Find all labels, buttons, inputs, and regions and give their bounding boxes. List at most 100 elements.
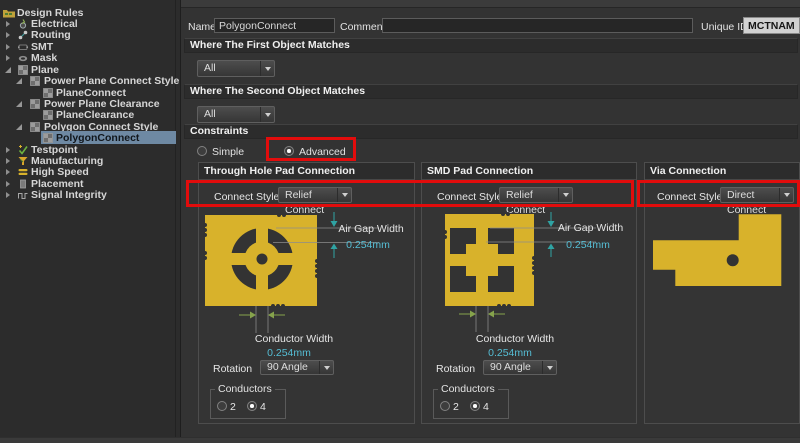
conductor-width-value: 0.254mm <box>460 347 560 359</box>
tree-item-label: Signal Integrity <box>31 189 107 201</box>
panel-title: SMD Pad Connection <box>422 163 636 180</box>
rule-icon <box>30 122 40 132</box>
tree-item-power-plane-connect-style[interactable]: Power Plane Connect Style <box>0 75 176 87</box>
placement-icon <box>18 179 28 189</box>
rotation-label: Rotation <box>436 363 475 375</box>
tree-item-label: PlaneClearance <box>56 109 134 121</box>
tree-item-label: Routing <box>31 29 71 41</box>
tree-item-polygonconnect-selected[interactable]: PolygonConnect <box>0 132 176 144</box>
chevron-down-icon <box>260 61 274 76</box>
second-object-matches-header: Where The Second Object Matches <box>184 84 798 99</box>
via-direct-connect-diagram <box>645 208 800 308</box>
comment-input[interactable] <box>382 18 693 33</box>
expand-arrow-icon[interactable] <box>6 55 10 61</box>
dropdown-value: All <box>204 108 216 120</box>
conductors-2-radio[interactable] <box>440 401 450 411</box>
expand-arrow-icon[interactable] <box>6 181 10 187</box>
dropdown-value: 90 Angle <box>267 361 308 373</box>
conductors-2-label: 2 <box>230 401 236 413</box>
tree-item-label: PolygonConnect <box>56 132 139 144</box>
plane-icon <box>18 65 28 75</box>
first-object-scope-dropdown[interactable]: All <box>197 60 275 77</box>
name-input[interactable] <box>214 18 335 33</box>
conductor-width-label: Conductor Width <box>239 333 349 345</box>
conductors-group: Conductors 2 4 <box>210 389 286 419</box>
mask-icon <box>18 53 28 63</box>
tree-item-label: Power Plane Connect Style <box>44 75 179 87</box>
rule-icon <box>43 88 53 98</box>
chevron-down-icon <box>542 361 556 374</box>
bottom-scrollbar-track[interactable] <box>0 437 800 443</box>
conductors-4-radio[interactable] <box>247 401 257 411</box>
simple-radio[interactable] <box>197 146 207 156</box>
conductors-group: Conductors 2 4 <box>433 389 509 419</box>
expand-arrow-icon[interactable] <box>6 32 10 38</box>
rule-icon <box>30 99 40 109</box>
air-gap-width-value: 0.254mm <box>328 239 408 251</box>
collapse-arrow-icon[interactable] <box>16 78 22 84</box>
name-label: Name <box>188 21 216 33</box>
expand-arrow-icon[interactable] <box>6 169 10 175</box>
via-connect-style-dropdown[interactable]: Direct Connect <box>720 187 794 203</box>
dropdown-value: 90 Angle <box>490 361 531 373</box>
chevron-down-icon <box>337 188 351 202</box>
smd-connect-style-dropdown[interactable]: Relief Connect <box>499 187 573 203</box>
expand-arrow-icon[interactable] <box>6 21 10 27</box>
advanced-radio[interactable] <box>284 146 294 156</box>
conductors-2-label: 2 <box>453 401 459 413</box>
chevron-down-icon <box>319 361 333 374</box>
collapse-arrow-icon[interactable] <box>16 124 22 130</box>
rule-icon <box>43 110 53 120</box>
through-hole-rotation-dropdown[interactable]: 90 Angle <box>260 360 334 375</box>
design-rules-tree: Design Rules Electrical Routing SMT <box>0 0 176 437</box>
conductor-width-value: 0.254mm <box>239 347 339 359</box>
unique-id-field[interactable] <box>743 17 800 34</box>
conductors-label: Conductors <box>215 384 275 395</box>
through-hole-connect-style-dropdown[interactable]: Relief Connect <box>278 187 352 203</box>
expand-arrow-icon[interactable] <box>6 44 10 50</box>
chevron-down-icon <box>558 188 572 202</box>
advanced-radio-label: Advanced <box>299 146 346 158</box>
tree-item-routing[interactable]: Routing <box>0 29 176 41</box>
top-strip <box>181 0 800 8</box>
pcb-rules-editor: Design Rules Electrical Routing SMT <box>0 0 800 443</box>
conductors-4-label: 4 <box>483 401 489 413</box>
conductors-4-label: 4 <box>260 401 266 413</box>
conductor-width-label: Conductor Width <box>460 333 570 345</box>
testpoint-icon <box>18 145 28 155</box>
unique-id-label: Unique ID <box>701 21 748 33</box>
tree-item-label: Mask <box>31 52 57 64</box>
tree-item-label: High Speed <box>31 166 89 178</box>
expand-arrow-icon[interactable] <box>6 158 10 164</box>
tree-item-high-speed[interactable]: High Speed <box>0 166 176 178</box>
panel-title: Through Hole Pad Connection <box>199 163 414 180</box>
simple-radio-label: Simple <box>212 146 244 158</box>
smd-rotation-dropdown[interactable]: 90 Angle <box>483 360 557 375</box>
constraints-header: Constraints <box>184 124 798 139</box>
expand-arrow-icon[interactable] <box>6 147 10 153</box>
routing-icon <box>18 30 28 40</box>
manufacturing-icon <box>18 156 28 166</box>
rule-icon <box>43 133 53 143</box>
electrical-icon <box>18 19 28 29</box>
air-gap-width-value: 0.254mm <box>548 239 628 251</box>
collapse-arrow-icon[interactable] <box>5 67 11 73</box>
tree-item-signal-integrity[interactable]: Signal Integrity <box>0 189 176 201</box>
connect-style-label: Connect Style <box>214 191 279 203</box>
conductors-4-radio[interactable] <box>470 401 480 411</box>
dropdown-value: All <box>204 62 216 74</box>
collapse-arrow-icon[interactable] <box>16 101 22 107</box>
tree-item-planeclearance[interactable]: PlaneClearance <box>0 109 176 121</box>
second-object-scope-dropdown[interactable]: All <box>197 106 275 123</box>
conductors-2-radio[interactable] <box>217 401 227 411</box>
smt-icon <box>18 42 28 52</box>
chevron-down-icon <box>779 188 793 202</box>
high-speed-icon <box>18 167 28 177</box>
air-gap-width-label: Air Gap Width <box>548 222 633 234</box>
panel-title: Via Connection <box>645 163 799 180</box>
rule-icon <box>30 76 40 86</box>
expand-arrow-icon[interactable] <box>6 192 10 198</box>
tree-item-mask[interactable]: Mask <box>0 52 176 64</box>
connect-style-label: Connect Style <box>657 191 722 203</box>
folder-icon <box>3 8 15 18</box>
